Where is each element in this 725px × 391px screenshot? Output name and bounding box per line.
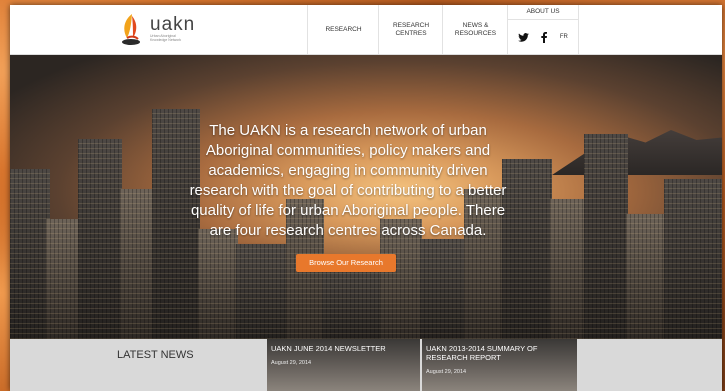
news-card[interactable]: UAKN JUNE 2014 NEWSLETTER August 29, 201… — [267, 339, 420, 391]
nav-research[interactable]: RESEARCH — [307, 5, 379, 54]
building — [236, 244, 288, 339]
news-card-title: UAKN 2013-2014 SUMMARY OF RESEARCH REPOR… — [426, 344, 538, 362]
building — [198, 229, 238, 339]
latest-news-section: LATEST NEWS UAKN JUNE 2014 NEWSLETTER Au… — [10, 339, 722, 391]
nav-news-resources[interactable]: NEWS & RESOURCES — [442, 5, 508, 54]
building — [46, 219, 80, 339]
latest-news-heading: LATEST NEWS — [117, 349, 194, 361]
news-card-title: UAKN JUNE 2014 NEWSLETTER — [271, 344, 386, 353]
facebook-icon[interactable] — [541, 31, 548, 43]
website-frame: uakn Urban Aboriginal Knowledge Network … — [10, 5, 722, 391]
building — [584, 134, 628, 339]
social-links: FR — [508, 20, 578, 54]
hero-banner: The UAKN is a research network of urban … — [10, 55, 722, 339]
news-card-date: August 29, 2014 — [271, 360, 312, 366]
nav-research-centres[interactable]: RESEARCH CENTRES — [378, 5, 443, 54]
news-card[interactable]: UAKN 2013-2014 SUMMARY OF RESEARCH REPOR… — [422, 339, 577, 391]
hero-description: The UAKN is a research network of urban … — [189, 122, 507, 239]
mountains-bg — [552, 130, 722, 175]
twitter-icon[interactable] — [518, 32, 530, 42]
site-header: uakn Urban Aboriginal Knowledge Network … — [10, 5, 722, 55]
building — [626, 214, 666, 339]
building — [120, 189, 156, 339]
building — [420, 239, 466, 339]
news-card-date: August 29, 2014 — [426, 369, 467, 375]
building — [664, 179, 722, 339]
building — [550, 199, 586, 339]
building — [78, 139, 122, 339]
uakn-logo[interactable]: uakn Urban Aboriginal Knowledge Network — [118, 11, 195, 47]
logo-name: uakn — [150, 14, 196, 35]
feather-logo-icon — [122, 14, 140, 45]
building — [10, 169, 50, 339]
browse-research-button[interactable]: Browse Our Research — [296, 254, 396, 272]
about-social-column: ABOUT US FR — [507, 5, 579, 54]
language-toggle[interactable]: FR — [560, 34, 568, 40]
nav-about-us[interactable]: ABOUT US — [508, 5, 578, 20]
logo-tagline: Urban Aboriginal Knowledge Network — [150, 34, 182, 42]
